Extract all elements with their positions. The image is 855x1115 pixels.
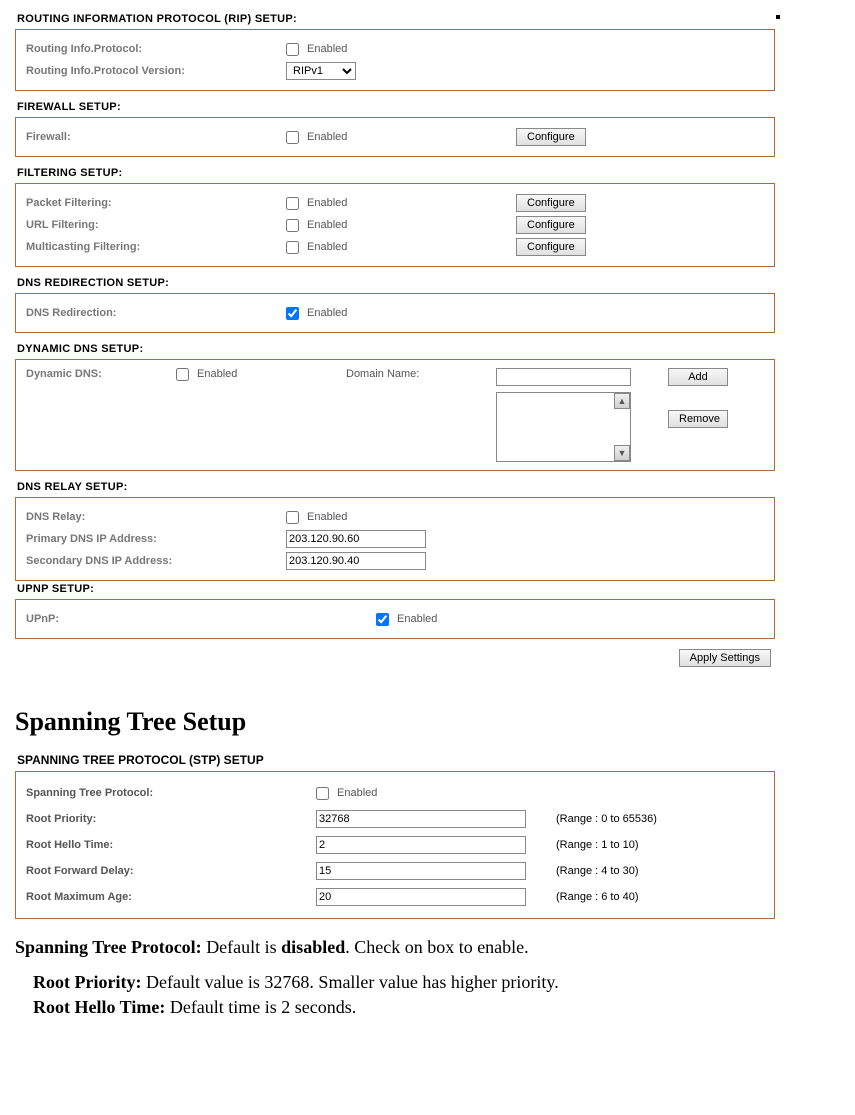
ddns-label: Dynamic DNS: bbox=[26, 368, 176, 462]
packet-configure-button[interactable]: Configure bbox=[516, 194, 586, 212]
ddns-section-title: DYNAMIC DNS SETUP: bbox=[17, 343, 775, 355]
upnp-panel: UPnP: Enabled bbox=[15, 599, 775, 639]
apply-settings-button[interactable]: Apply Settings bbox=[679, 649, 771, 667]
primary-dns-input[interactable] bbox=[286, 530, 426, 548]
add-button[interactable]: Add bbox=[668, 368, 728, 386]
multicast-filtering-checkbox[interactable] bbox=[286, 241, 299, 254]
packet-filtering-label: Packet Filtering: bbox=[26, 197, 286, 209]
firewall-label: Firewall: bbox=[26, 131, 286, 143]
secondary-dns-label: Secondary DNS IP Address: bbox=[26, 555, 286, 567]
dnsredir-section-title: DNS REDIRECTION SETUP: bbox=[17, 277, 775, 289]
root-hello-label: Root Hello Time: bbox=[26, 839, 316, 851]
url-filtering-checkbox[interactable] bbox=[286, 219, 299, 232]
ddns-panel: Dynamic DNS: Enabled Domain Name: ▲ ▼ Ad… bbox=[15, 359, 775, 471]
root-fwd-range: (Range : 4 to 30) bbox=[556, 865, 639, 877]
dnsredir-panel: DNS Redirection: Enabled bbox=[15, 293, 775, 333]
multicast-enabled-text: Enabled bbox=[307, 241, 347, 253]
rip-panel: Routing Info.Protocol: Enabled Routing I… bbox=[15, 29, 775, 91]
root-priority-range: (Range : 0 to 65536) bbox=[556, 813, 657, 825]
multicast-filtering-label: Multicasting Filtering: bbox=[26, 241, 286, 253]
doc-l1-d: . Check on box to enable. bbox=[345, 937, 528, 957]
dnsredir-checkbox[interactable] bbox=[286, 307, 299, 320]
domain-name-label: Domain Name: bbox=[346, 368, 496, 462]
secondary-dns-input[interactable] bbox=[286, 552, 426, 570]
stp-section-title: SPANNING TREE PROTOCOL (STP) SETUP bbox=[17, 753, 775, 767]
primary-dns-label: Primary DNS IP Address: bbox=[26, 533, 286, 545]
doc-line-1: Spanning Tree Protocol: Default is disab… bbox=[15, 937, 775, 958]
doc-l2-b: Default value is 32768. Smaller value ha… bbox=[146, 972, 559, 992]
upnp-enabled-text: Enabled bbox=[397, 613, 437, 625]
rip-enabled-checkbox[interactable] bbox=[286, 43, 299, 56]
rip-enabled-text: Enabled bbox=[307, 43, 347, 55]
url-configure-button[interactable]: Configure bbox=[516, 216, 586, 234]
ddns-enabled-text: Enabled bbox=[197, 368, 237, 380]
doc-body: Spanning Tree Protocol: Default is disab… bbox=[15, 937, 775, 1018]
doc-l2-a: Root Priority: bbox=[33, 972, 146, 992]
dnsredir-label: DNS Redirection: bbox=[26, 307, 286, 319]
firewall-panel: Firewall: Enabled Configure bbox=[15, 117, 775, 157]
firewall-configure-button[interactable]: Configure bbox=[516, 128, 586, 146]
upnp-checkbox[interactable] bbox=[376, 613, 389, 626]
dnsrelay-section-title: DNS RELAY SETUP: bbox=[17, 481, 775, 493]
filtering-panel: Packet Filtering: Enabled Configure URL … bbox=[15, 183, 775, 267]
root-priority-label: Root Priority: bbox=[26, 813, 316, 825]
doc-line-2: Root Priority: Default value is 32768. S… bbox=[33, 972, 775, 993]
root-fwd-input[interactable] bbox=[316, 862, 526, 880]
root-max-input[interactable] bbox=[316, 888, 526, 906]
dnsrelay-enabled-text: Enabled bbox=[307, 511, 347, 523]
root-max-range: (Range : 6 to 40) bbox=[556, 891, 639, 903]
doc-l1-bold: Spanning Tree Protocol: bbox=[15, 937, 206, 957]
dnsrelay-label: DNS Relay: bbox=[26, 511, 286, 523]
stp-proto-label: Spanning Tree Protocol: bbox=[26, 787, 316, 799]
url-filtering-label: URL Filtering: bbox=[26, 219, 286, 231]
remove-button[interactable]: Remove bbox=[668, 410, 728, 428]
root-priority-input[interactable] bbox=[316, 810, 526, 828]
rip-version-select[interactable]: RIPv1 bbox=[286, 62, 356, 80]
upnp-section-title: UPNP SETUP: bbox=[17, 583, 775, 595]
rip-version-label: Routing Info.Protocol Version: bbox=[26, 65, 286, 77]
scroll-down-icon[interactable]: ▼ bbox=[614, 445, 630, 461]
domain-list[interactable]: ▲ ▼ bbox=[496, 392, 631, 462]
packet-filtering-checkbox[interactable] bbox=[286, 197, 299, 210]
root-hello-range: (Range : 1 to 10) bbox=[556, 839, 639, 851]
doc-l3-a: Root Hello Time: bbox=[33, 997, 170, 1017]
rip-section-title: ROUTING INFORMATION PROTOCOL (RIP) SETUP… bbox=[17, 13, 775, 25]
firewall-section-title: FIREWALL SETUP: bbox=[17, 101, 775, 113]
dnsredir-enabled-text: Enabled bbox=[307, 307, 347, 319]
doc-l1-b: Default is bbox=[206, 937, 281, 957]
root-hello-input[interactable] bbox=[316, 836, 526, 854]
filtering-section-title: FILTERING SETUP: bbox=[17, 167, 775, 179]
packet-enabled-text: Enabled bbox=[307, 197, 347, 209]
doc-l3-b: Default time is 2 seconds. bbox=[170, 997, 356, 1017]
spanning-tree-heading: Spanning Tree Setup bbox=[15, 707, 775, 737]
multicast-configure-button[interactable]: Configure bbox=[516, 238, 586, 256]
stp-enabled-checkbox[interactable] bbox=[316, 787, 329, 800]
dnsrelay-panel: DNS Relay: Enabled Primary DNS IP Addres… bbox=[15, 497, 775, 581]
root-fwd-label: Root Forward Delay: bbox=[26, 865, 316, 877]
doc-l1-c: disabled bbox=[281, 937, 345, 957]
rip-proto-label: Routing Info.Protocol: bbox=[26, 43, 286, 55]
page-corner-mark bbox=[776, 15, 780, 19]
firewall-enabled-checkbox[interactable] bbox=[286, 131, 299, 144]
ddns-checkbox[interactable] bbox=[176, 368, 189, 381]
domain-name-input[interactable] bbox=[496, 368, 631, 386]
url-enabled-text: Enabled bbox=[307, 219, 347, 231]
firewall-enabled-text: Enabled bbox=[307, 131, 347, 143]
root-max-label: Root Maximum Age: bbox=[26, 891, 316, 903]
stp-enabled-text: Enabled bbox=[337, 787, 377, 799]
upnp-label: UPnP: bbox=[26, 613, 376, 625]
doc-line-3: Root Hello Time: Default time is 2 secon… bbox=[33, 997, 775, 1018]
dnsrelay-checkbox[interactable] bbox=[286, 511, 299, 524]
stp-panel: Spanning Tree Protocol: Enabled Root Pri… bbox=[15, 771, 775, 919]
scroll-up-icon[interactable]: ▲ bbox=[614, 393, 630, 409]
